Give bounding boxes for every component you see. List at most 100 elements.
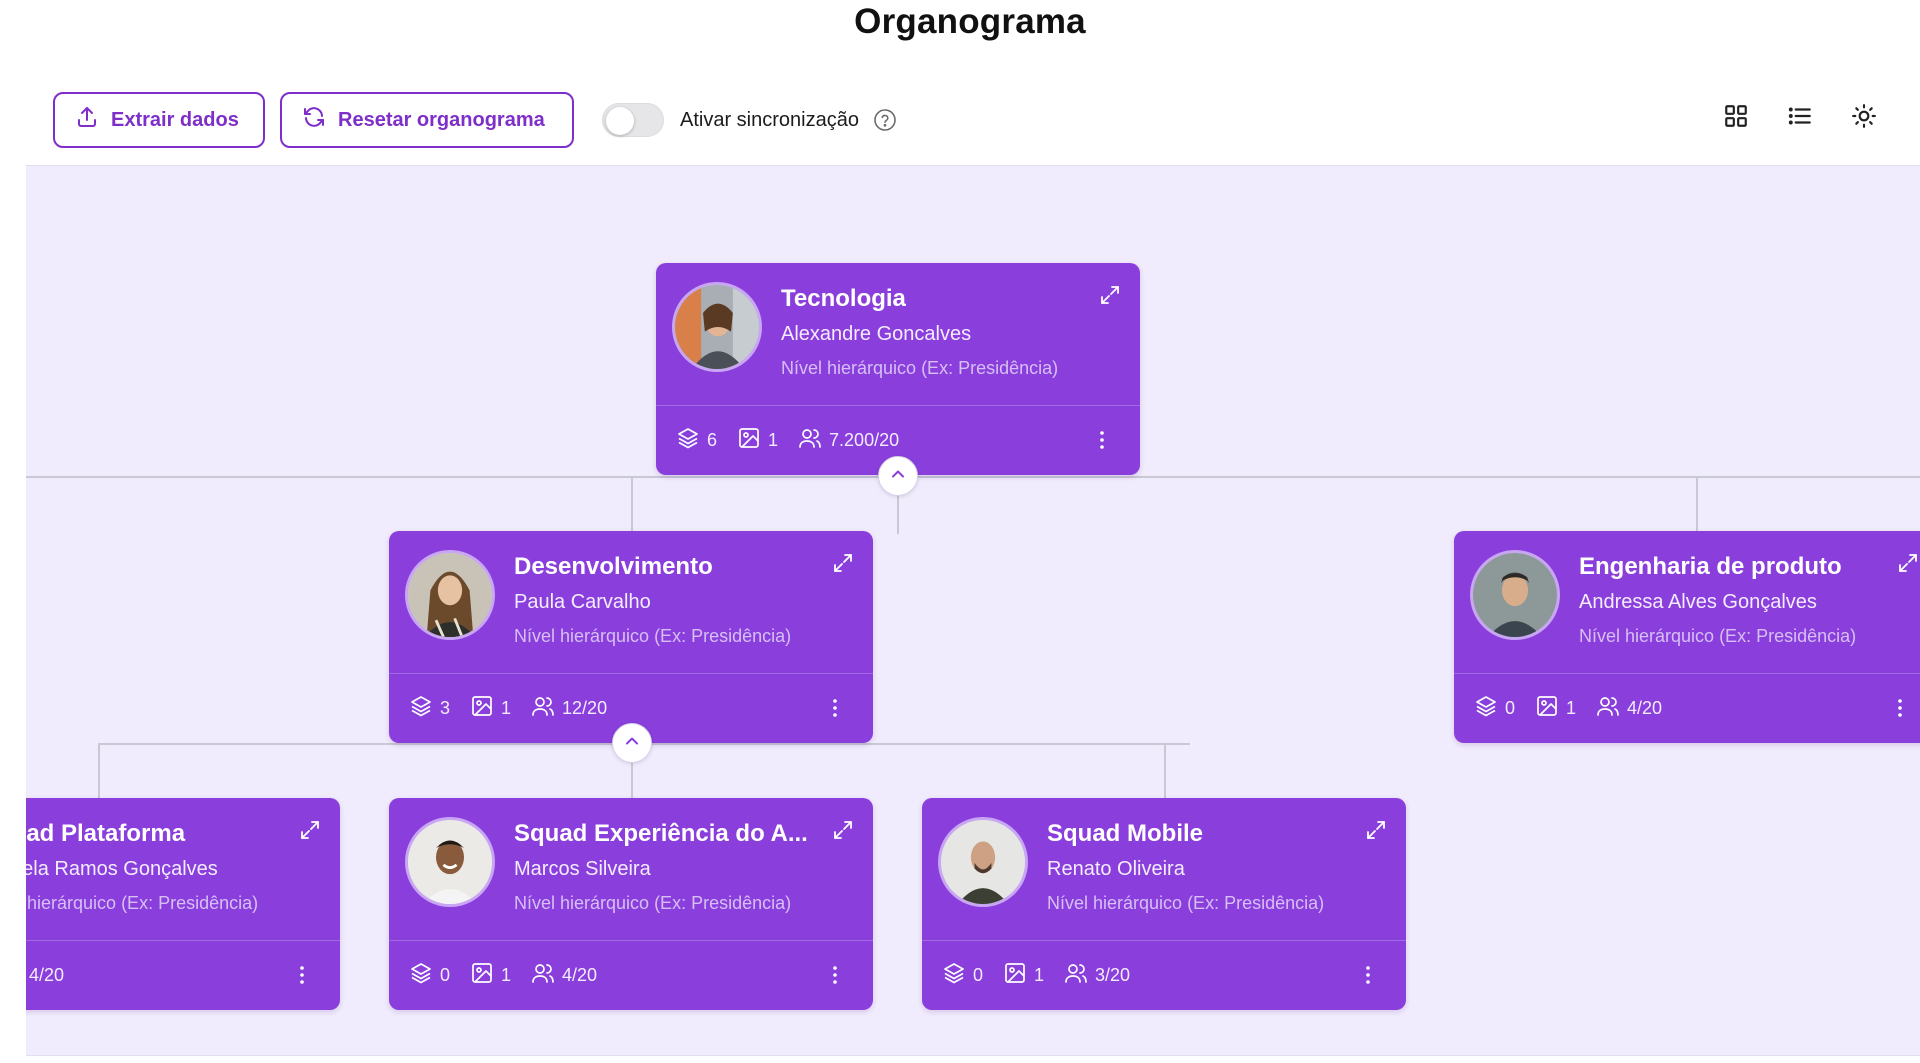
grid-view-icon[interactable] (1723, 103, 1749, 129)
stat-layers: 3 (409, 694, 450, 723)
expand-icon[interactable] (298, 818, 322, 842)
card-title: Engenharia de produto (1579, 553, 1842, 580)
stat-people: 3/20 (1064, 961, 1130, 990)
more-options-icon[interactable] (823, 963, 847, 987)
images-count: 1 (501, 697, 512, 718)
more-options-icon[interactable] (823, 696, 847, 720)
expand-icon[interactable] (831, 551, 855, 575)
card-person-name: Andressa Alves Gonçalves (1579, 591, 1817, 613)
sync-label: Ativar sincronização (680, 108, 859, 131)
expand-icon[interactable] (1098, 283, 1122, 307)
collapse-button[interactable] (878, 456, 918, 496)
layers-icon (942, 961, 966, 990)
layers-count: 0 (440, 964, 451, 985)
stat-layers: 0 (942, 961, 983, 990)
image-icon (737, 426, 761, 455)
more-options-icon[interactable] (1356, 963, 1380, 987)
toolbar: Extrair dados Resetar organograma Ativar… (53, 92, 897, 148)
layers-icon (676, 426, 700, 455)
list-view-icon[interactable] (1787, 103, 1813, 129)
avatar (405, 817, 495, 907)
chevron-up-icon (888, 464, 908, 489)
theme-toggle-icon[interactable] (1851, 103, 1877, 129)
stat-images: 1 (1003, 961, 1044, 990)
stat-layers: 0 (409, 961, 450, 990)
layers-icon (409, 961, 433, 990)
users-icon (798, 426, 822, 455)
image-icon (470, 694, 494, 723)
users-icon (1064, 961, 1088, 990)
card-person-name: Renato Oliveira (1047, 858, 1185, 880)
stat-images: 1 (470, 694, 511, 723)
images-count: 1 (768, 429, 779, 450)
users-icon (1596, 694, 1620, 723)
org-card-plataforma[interactable]: Squad Plataforma Daniela Ramos Gonçalves… (26, 798, 340, 1010)
layers-count: 0 (1505, 697, 1516, 718)
page-title: Organograma (854, 2, 1086, 41)
stat-people: 12/20 (531, 694, 607, 723)
layers-icon (1474, 694, 1498, 723)
page-footer-strip (0, 1056, 1920, 1063)
card-title: Squad Plataforma (26, 820, 186, 847)
stat-layers: 0 (1474, 694, 1515, 723)
stat-people: 4/20 (531, 961, 597, 990)
people-count: 4/20 (29, 964, 65, 985)
card-level: Nível hierárquico (Ex: Presidência) (1047, 893, 1325, 913)
users-icon (531, 694, 555, 723)
card-person-name: Paula Carvalho (514, 591, 651, 613)
card-header: Squad Plataforma Daniela Ramos Gonçalves… (26, 798, 340, 940)
card-level: Nível hierárquico (Ex: Presidência) (781, 358, 1059, 378)
card-person-name: Daniela Ramos Gonçalves (26, 858, 218, 880)
help-icon[interactable] (873, 108, 897, 132)
people-count: 4/20 (562, 964, 598, 985)
card-level: Nível hierárquico (Ex: Presidência) (514, 893, 792, 913)
view-switcher (1723, 103, 1877, 129)
expand-icon[interactable] (831, 818, 855, 842)
stat-people: 4/20 (1596, 694, 1662, 723)
card-stats: 0 1 4/20 (409, 940, 597, 1010)
card-title: Desenvolvimento (514, 553, 713, 580)
card-level: Nível hierárquico (Ex: Presidência) (514, 626, 792, 646)
reset-chart-button[interactable]: Resetar organograma (280, 92, 574, 148)
avatar (405, 550, 495, 640)
card-person-name: Marcos Silveira (514, 858, 651, 880)
collapse-button[interactable] (612, 723, 652, 763)
card-stats: 3 1 12/20 (409, 673, 607, 743)
org-chart-canvas[interactable]: Tecnologia Alexandre Goncalves Nível hie… (26, 165, 1920, 1056)
layers-icon (409, 694, 433, 723)
more-options-icon[interactable] (290, 963, 314, 987)
stat-people: 4/20 (26, 961, 64, 990)
stat-images: 1 (1535, 694, 1576, 723)
image-icon (1535, 694, 1559, 723)
org-card-desenvolvimento[interactable]: Desenvolvimento Paula Carvalho Nível hie… (389, 531, 873, 743)
card-header: Squad Experiência do A... Marcos Silveir… (389, 798, 873, 940)
card-header: Squad Mobile Renato Oliveira Nível hierá… (922, 798, 1406, 940)
people-count: 4/20 (1627, 697, 1663, 718)
org-card-mobile[interactable]: Squad Mobile Renato Oliveira Nível hierá… (922, 798, 1406, 1010)
toggle-knob (606, 107, 634, 135)
connector-line (1164, 743, 1166, 801)
sync-toggle[interactable] (602, 103, 664, 137)
card-stats: 0 1 3/20 (942, 940, 1130, 1010)
more-options-icon[interactable] (1090, 428, 1114, 452)
org-card-tecnologia[interactable]: Tecnologia Alexandre Goncalves Nível hie… (656, 263, 1140, 475)
images-count: 1 (501, 964, 512, 985)
stat-images: 1 (470, 961, 511, 990)
org-card-experiencia[interactable]: Squad Experiência do A... Marcos Silveir… (389, 798, 873, 1010)
reset-chart-label: Resetar organograma (338, 108, 545, 131)
more-options-icon[interactable] (1888, 696, 1912, 720)
org-card-engenharia[interactable]: Engenharia de produto Andressa Alves Gon… (1454, 531, 1920, 743)
expand-icon[interactable] (1364, 818, 1388, 842)
card-person-name: Alexandre Goncalves (781, 323, 972, 345)
stat-images: 1 (737, 426, 778, 455)
expand-icon[interactable] (1896, 551, 1920, 575)
avatar (938, 817, 1028, 907)
extract-data-button[interactable]: Extrair dados (53, 92, 265, 148)
image-icon (1003, 961, 1027, 990)
images-count: 1 (1566, 697, 1577, 718)
connector-line (1696, 476, 1698, 534)
avatar (1470, 550, 1560, 640)
card-level: Nível hierárquico (Ex: Presidência) (1579, 626, 1857, 646)
extract-data-label: Extrair dados (111, 108, 239, 131)
card-title: Squad Experiência do A... (514, 820, 808, 847)
